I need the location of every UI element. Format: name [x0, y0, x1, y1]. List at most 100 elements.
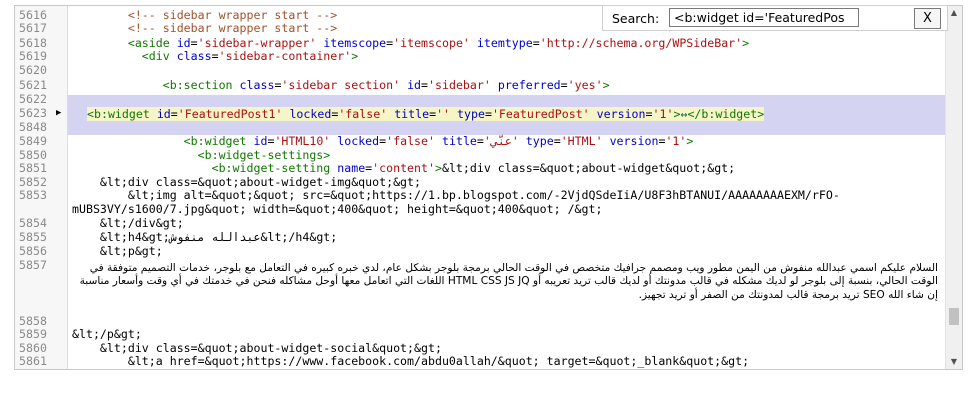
line-number: 5623: [19, 106, 47, 120]
code-token: =: [484, 107, 492, 121]
search-label: Search:: [612, 11, 660, 26]
code-token: locked: [289, 107, 332, 121]
line-text: &lt;i class=&quot;fa fa-facebook&quot;&g…: [72, 367, 519, 369]
code-token: 'sidebar-container': [218, 49, 352, 63]
line-number: 5619: [19, 49, 47, 63]
code-token: 'عنّي': [483, 134, 519, 148]
line-text: <!-- sidebar wrapper start -->: [72, 21, 338, 35]
code-token: &lt;img alt=&quot;&quot; src=&quot;https…: [72, 188, 840, 202]
code-token: type: [457, 107, 485, 121]
code-line[interactable]: 5622: [15, 92, 946, 106]
line-text: &lt;h4&gt;عبدالله منفوش&lt;/h4&gt;: [72, 230, 338, 244]
line-number: 5621: [19, 78, 47, 92]
line-text: &lt;/div&gt;: [72, 216, 184, 230]
code-token: <!-- sidebar wrapper start -->: [72, 21, 338, 35]
code-token: id: [156, 107, 171, 121]
code-token: &lt;p&gt;: [72, 244, 163, 258]
code-line[interactable]: 5855 &lt;h4&gt;عبدالله منفوش&lt;/h4&gt;: [15, 230, 946, 244]
code-token: <b:widget-settings>: [72, 148, 331, 162]
code-line[interactable]: 5848: [15, 120, 946, 134]
code-line[interactable]: 5621 <b:section class='sidebar section' …: [15, 78, 946, 92]
code-token: id: [176, 36, 191, 50]
code-token: <div: [72, 49, 177, 63]
code-token: <!-- sidebar wrapper start -->: [72, 8, 338, 22]
code-line[interactable]: 5859 &lt;/p&gt;: [15, 327, 946, 341]
vertical-scrollbar[interactable]: ▲ ▼: [945, 6, 962, 369]
search-input[interactable]: [669, 8, 859, 27]
code-token: id: [407, 78, 422, 92]
code-token: =: [211, 49, 219, 63]
code-token: version: [596, 107, 646, 121]
line-number: 5856: [19, 244, 47, 258]
code-line[interactable]: 5854 &lt;/div&gt;: [15, 216, 946, 230]
code-line[interactable]: 5853 &lt;img alt=&quot;&quot; src=&quot;…: [15, 188, 946, 202]
code-line[interactable]: 5856 &lt;p&gt;: [15, 244, 946, 258]
code-token: <b:widget-setting: [72, 161, 338, 175]
fold-marker-icon[interactable]: ▶: [56, 107, 61, 120]
line-number: 5862: [19, 367, 55, 369]
code-token: =: [190, 36, 198, 50]
line-text: &lt;img alt=&quot;&quot; src=&quot;https…: [72, 188, 840, 202]
line-number: 5622: [19, 92, 47, 106]
search-bar: Search: X: [602, 5, 948, 31]
code-token: >: [602, 78, 610, 92]
code-token: &lt;div class=&quot;about-widget-img&quo…: [72, 175, 422, 189]
code-editor[interactable]: 5616 <!-- sidebar wrapper start --> 5617 …: [14, 5, 963, 370]
code-token: class: [239, 78, 275, 92]
line-number: 5859: [19, 327, 47, 341]
code-token: 'HTML10': [274, 134, 331, 148]
code-line[interactable]: mUBS3VY/s1600/7.jpg&quot; width=&quot;40…: [15, 202, 946, 216]
code-token: version: [609, 134, 659, 148]
code-token: >: [351, 49, 359, 63]
code-token: >: [686, 134, 694, 148]
line-number: 5857: [19, 258, 47, 272]
code-token: =: [476, 134, 484, 148]
code-token: 'false': [338, 107, 388, 121]
code-area[interactable]: 5616 <!-- sidebar wrapper start --> 5617 …: [15, 6, 946, 369]
line-text: <b:widget-setting name='content'>&lt;div…: [72, 161, 736, 175]
line-number: 5854: [19, 216, 47, 230]
code-token: <b:widget: [72, 134, 254, 148]
code-token: title: [394, 107, 430, 121]
code-token: >: [742, 36, 750, 50]
code-line[interactable]: 5858: [15, 314, 946, 328]
code-token: itemtype: [476, 36, 533, 50]
code-token: name: [337, 161, 366, 175]
code-token: itemscope: [323, 36, 387, 50]
line-number: 5620: [19, 63, 47, 77]
code-token: </b:widget>: [687, 107, 765, 121]
code-token: =: [560, 78, 568, 92]
code-token: >: [434, 161, 442, 175]
code-token: <b:section: [72, 78, 240, 92]
line-text: <b:widget id = 'HTML10' locked = 'false' tit…: [72, 134, 694, 148]
code-token: 'itemscope': [393, 36, 470, 50]
close-search-button[interactable]: X: [914, 8, 941, 29]
line-text: &lt;p&gt;: [72, 244, 163, 258]
code-token: &lt;h4&gt;عبدالله منفوش&lt;/h4&gt;: [72, 230, 338, 244]
line-text: <b:section class='sidebar section' id='s…: [72, 78, 610, 92]
search-match-line[interactable]: <b:widget id='FeaturedPost1' locked='fal…: [87, 107, 765, 121]
code-token: '': [436, 107, 451, 121]
scroll-up-arrow-icon[interactable]: ▲: [946, 6, 962, 20]
code-line[interactable]: 5851 <b:widget-setting name='content'>&l…: [15, 161, 946, 175]
scrollbar-thumb[interactable]: [949, 308, 959, 325]
code-token: 'false': [386, 134, 436, 148]
code-line[interactable]: 5619 <div class='sidebar-container'>: [15, 49, 946, 63]
code-token: &lt;a href=&quot;https://www.facebook.co…: [72, 354, 750, 368]
line-number: 5851: [19, 161, 47, 175]
code-line[interactable]: 5862 &lt;i class=&quot;fa fa-facebook&qu…: [15, 367, 946, 369]
code-line[interactable]: [15, 301, 946, 314]
code-token: class: [176, 49, 212, 63]
code-token: 'content': [372, 161, 435, 175]
code-token: =: [170, 107, 178, 121]
scroll-down-arrow-icon[interactable]: ▼: [946, 355, 962, 369]
line-text: mUBS3VY/s1600/7.jpg&quot; width=&quot;40…: [72, 202, 602, 216]
code-line[interactable]: 5849 <b:widget id = 'HTML10' locked = 'false…: [15, 134, 946, 148]
line-number: 5855: [19, 230, 47, 244]
code-line[interactable]: 5620: [15, 63, 946, 77]
